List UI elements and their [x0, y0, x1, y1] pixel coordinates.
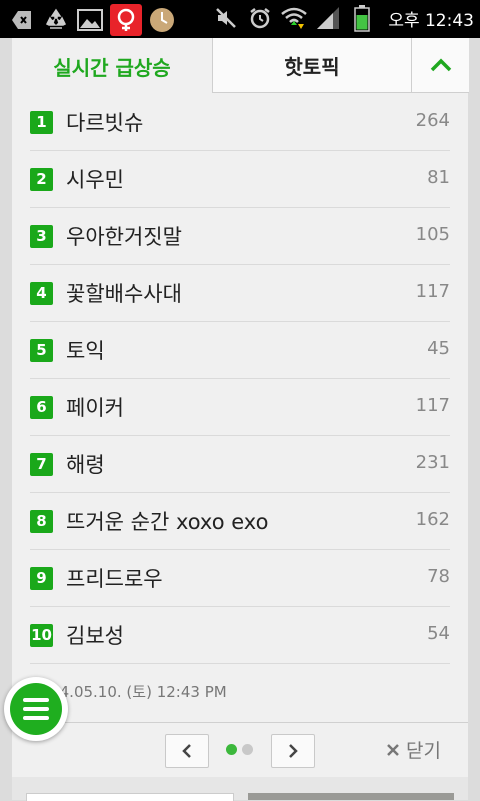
rise-count: 81	[427, 167, 450, 188]
keyword-text: 다르빗슈	[66, 111, 144, 135]
close-button[interactable]: 닫기	[386, 736, 441, 763]
rank-badge: 8	[30, 509, 53, 533]
menu-icon	[10, 683, 62, 735]
keyword-row[interactable]: 10 김보성 54	[30, 607, 450, 664]
rise-count: 105	[415, 224, 450, 245]
menu-button[interactable]	[4, 677, 68, 741]
wifi-icon	[280, 4, 308, 32]
app-notification-icon	[110, 4, 142, 36]
rise-count: 264	[415, 110, 450, 131]
keyword-row[interactable]: 2 시우민 81	[30, 151, 450, 208]
rise-count: 162	[415, 509, 450, 530]
page-indicator	[226, 744, 253, 755]
rise-count: 45	[427, 338, 450, 359]
trending-panel: 실시간 급상승 핫토픽 1 다르빗슈 264 2 시우민 81 3 우아한거짓말 105 4 꽃할배…	[12, 38, 469, 801]
keyword-text: 해령	[66, 453, 105, 477]
next-page-button[interactable]	[271, 734, 315, 768]
rank-badge: 7	[30, 452, 53, 476]
rank-badge: 2	[30, 167, 53, 191]
rise-count: 117	[415, 281, 450, 302]
rise-count: 78	[427, 566, 450, 587]
rank-badge: 9	[30, 566, 53, 590]
keyword-row[interactable]: 8 뜨거운 순간 xoxo exo 162	[30, 493, 450, 550]
chevron-right-icon	[289, 744, 298, 758]
keyword-row[interactable]: 5 토익 45	[30, 322, 450, 379]
keyword-row[interactable]: 4 꽃할배수사대 117	[30, 265, 450, 322]
prev-page-button[interactable]	[165, 734, 209, 768]
chevron-left-icon	[182, 744, 191, 758]
status-bar: 오후 12:43	[0, 0, 480, 38]
tab-hot-topic[interactable]: 핫토픽	[212, 38, 412, 93]
rank-badge: 5	[30, 338, 53, 362]
keyword-row[interactable]: 3 우아한거짓말 105	[30, 208, 450, 265]
keyword-row[interactable]: 6 페이커 117	[30, 379, 450, 436]
keyword-text: 시우민	[66, 168, 124, 192]
rank-badge: 10	[30, 623, 53, 647]
image-icon	[76, 6, 104, 34]
rise-count: 231	[415, 452, 450, 473]
keyword-row[interactable]: 1 다르빗슈 264	[30, 94, 450, 151]
mute-icon	[212, 4, 240, 32]
keyword-text: 토익	[66, 339, 105, 363]
keyword-text: 페이커	[66, 396, 124, 420]
collapse-button[interactable]	[411, 38, 469, 93]
rank-badge: 1	[30, 110, 53, 134]
page-dot	[242, 744, 253, 755]
page-dot-active	[226, 744, 237, 755]
keyword-text: 뜨거운 순간 xoxo exo	[66, 510, 269, 534]
close-icon	[387, 743, 399, 756]
keyword-text: 꽃할배수사대	[66, 282, 182, 306]
keyword-list: 1 다르빗슈 264 2 시우민 81 3 우아한거짓말 105 4 꽃할배수사대 117 5 토익 45 6…	[30, 94, 450, 664]
chevron-up-icon	[430, 58, 451, 72]
rise-count: 117	[415, 395, 450, 416]
preview-image[interactable]	[248, 793, 454, 800]
rank-badge: 6	[30, 395, 53, 419]
battery-icon	[348, 4, 376, 32]
keyword-text: 우아한거짓말	[66, 225, 182, 249]
close-label: 닫기	[406, 740, 441, 762]
rise-count: 54	[427, 623, 450, 644]
keyword-row[interactable]: 9 프리드로우 78	[30, 550, 450, 607]
keyword-row[interactable]: 7 해령 231	[30, 436, 450, 493]
rank-badge: 4	[30, 281, 53, 305]
keyword-text: 프리드로우	[66, 567, 163, 591]
keyword-text: 김보성	[66, 624, 124, 648]
recycle-icon	[42, 6, 70, 34]
back-icon	[8, 6, 36, 34]
rank-badge: 3	[30, 224, 53, 248]
alarm-icon	[246, 4, 274, 32]
tab-realtime-rising[interactable]: 실시간 급상승	[12, 38, 212, 94]
signal-icon	[314, 4, 342, 32]
status-time: 오후 12:43	[388, 10, 474, 31]
tab-bar: 실시간 급상승 핫토픽	[12, 38, 469, 94]
clock-app-icon	[148, 6, 176, 34]
